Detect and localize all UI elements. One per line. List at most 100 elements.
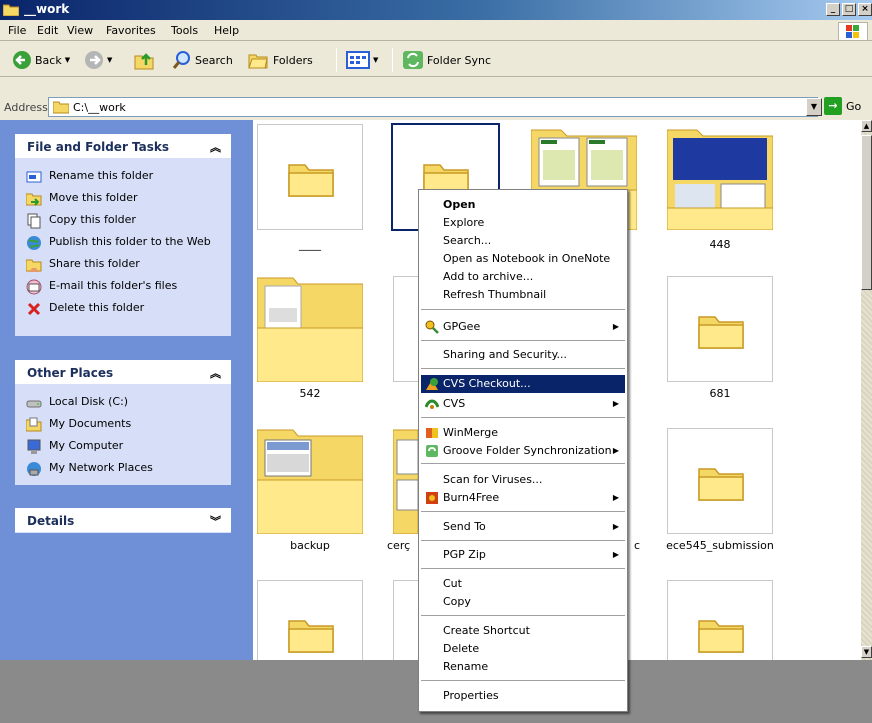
folders-button[interactable]: Folders [248,50,313,70]
back-arrow-icon [13,51,31,69]
folder-sync-button[interactable]: Folder Sync [402,50,491,70]
menu-help[interactable]: Help [214,24,239,37]
menu-gpgee[interactable]: GPGee ▶ [421,318,625,336]
menu-file[interactable]: File [8,24,26,37]
task-publish-folder[interactable]: Publish this folder to the Web [15,231,231,253]
task-share-folder[interactable]: Share this folder [15,253,231,275]
menu-label: Burn4Free [443,491,500,504]
back-dropdown-icon[interactable]: ▼ [65,56,70,64]
go-button[interactable]: → Go [824,97,861,115]
task-label: Publish this folder to the Web [49,235,211,248]
forward-button[interactable]: ▼ [84,50,112,70]
folder-tile[interactable] [667,428,773,534]
menu-cut[interactable]: Cut [421,575,625,593]
menu-view[interactable]: View [67,24,93,37]
menu-sharing-security[interactable]: Sharing and Security... [421,346,625,364]
folders-label: Folders [273,53,313,67]
gpgee-key-icon [425,320,439,334]
address-input[interactable]: C:\__work [48,97,818,117]
menu-cvs[interactable]: CVS ▶ [421,395,625,413]
search-label: Search [195,53,233,67]
back-label: Back [35,53,62,67]
folder-tile[interactable] [257,124,363,230]
folder-tile[interactable] [666,124,774,231]
forward-arrow-icon [85,51,103,69]
toolbar-separator [392,48,393,72]
menu-create-shortcut[interactable]: Create Shortcut [421,622,625,640]
menu-favorites[interactable]: Favorites [106,24,156,37]
expand-chevron-icon[interactable]: ︾ [210,513,221,529]
scroll-down-icon[interactable]: ▼ [861,646,872,658]
place-my-computer[interactable]: My Computer [15,435,231,457]
folder-icon [698,316,744,349]
menu-label: CVS Checkout... [443,377,531,390]
folder-tile[interactable] [667,580,773,660]
windows-logo-icon [838,22,868,41]
task-email-files[interactable]: E-mail this folder's files [15,275,231,297]
scroll-up-icon[interactable]: ▲ [861,120,872,132]
menu-groove-sync[interactable]: Groove Folder Synchronization ▶ [421,442,625,460]
collapse-chevron-icon[interactable]: ︽ [210,139,221,155]
menu-separator [421,309,625,310]
menu-delete[interactable]: Delete [421,640,625,658]
place-label: My Computer [49,439,124,452]
folder-tile[interactable] [392,428,419,535]
folder-icon [288,164,334,197]
menu-separator [421,417,625,418]
address-dropdown-button[interactable]: ▼ [806,98,822,116]
menu-burn4free[interactable]: Burn4Free ▶ [421,489,625,507]
menu-cvs-checkout[interactable]: CVS Checkout... [421,375,625,393]
collapse-chevron-icon[interactable]: ︽ [210,365,221,381]
menu-scan-viruses[interactable]: Scan for Viruses... [421,471,625,489]
submenu-arrow-icon: ▶ [612,446,619,455]
place-local-disk[interactable]: Local Disk (C:) [15,391,231,413]
menu-pgp-zip[interactable]: PGP Zip ▶ [421,546,625,564]
folder-tile[interactable] [256,428,364,535]
panel-header[interactable]: Details ︾ [15,508,231,533]
menu-separator [421,340,625,341]
folder-tile[interactable] [667,276,773,382]
vertical-scrollbar[interactable]: ▲ ▼ [861,120,872,660]
submenu-arrow-icon: ▶ [612,550,619,559]
maximize-button[interactable]: □ [842,3,856,16]
menu-explore[interactable]: Explore [421,214,625,232]
back-button[interactable]: Back ▼ [12,50,70,70]
forward-dropdown-icon[interactable]: ▼ [107,56,112,64]
details-panel: Details ︾ [15,508,231,533]
panel-header[interactable]: Other Places ︽ [15,360,231,385]
menu-open[interactable]: Open [421,196,625,214]
place-label: Local Disk (C:) [49,395,129,408]
menu-add-archive[interactable]: Add to archive... [421,268,625,286]
menu-winmerge[interactable]: WinMerge [421,424,625,442]
menu-tools[interactable]: Tools [171,24,198,37]
menu-label: PGP Zip [443,548,486,561]
menu-rename[interactable]: Rename [421,658,625,676]
panel-title: File and Folder Tasks [27,140,170,154]
minimize-button[interactable]: _ [826,3,840,16]
menu-separator [421,463,625,464]
menu-properties[interactable]: Properties [421,687,625,705]
close-button[interactable]: × [858,3,872,16]
place-my-documents[interactable]: My Documents [15,413,231,435]
menu-edit[interactable]: Edit [37,24,58,37]
menu-send-to[interactable]: Send To ▶ [421,518,625,536]
menu-bar: File Edit View Favorites Tools Help [0,20,872,41]
task-move-folder[interactable]: Move this folder [15,187,231,209]
menu-copy[interactable]: Copy [421,593,625,611]
folder-tile[interactable] [257,580,363,660]
menu-search[interactable]: Search... [421,232,625,250]
task-rename-folder[interactable]: Rename this folder [15,165,231,187]
place-my-network[interactable]: My Network Places [15,457,231,479]
task-copy-folder[interactable]: Copy this folder [15,209,231,231]
title-bar[interactable]: __work _ □ × [0,0,872,20]
search-button[interactable]: Search [172,50,233,70]
menu-separator [421,540,625,541]
scroll-thumb[interactable] [861,135,872,290]
menu-open-onenote[interactable]: Open as Notebook in OneNote [421,250,625,268]
menu-refresh-thumbnail[interactable]: Refresh Thumbnail [421,286,625,304]
panel-header[interactable]: File and Folder Tasks ︽ [15,134,231,159]
folder-tile[interactable] [256,276,364,383]
up-folder-button[interactable] [134,50,156,70]
task-delete-folder[interactable]: Delete this folder [15,297,231,319]
views-button[interactable]: ▼ [346,50,378,70]
